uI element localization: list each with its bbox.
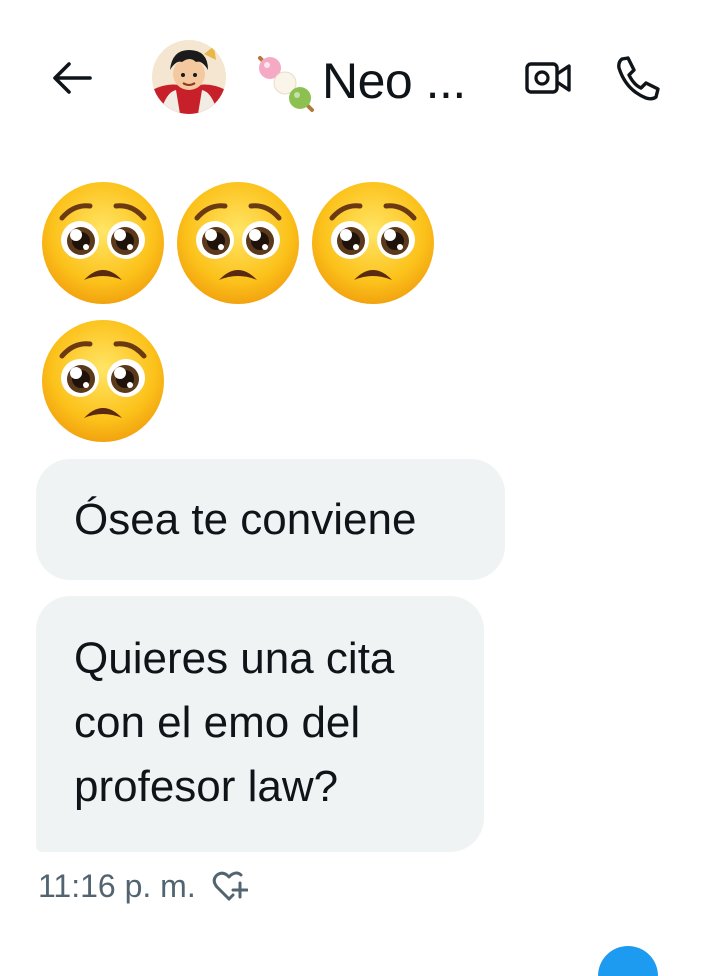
heart-plus-icon: [212, 871, 248, 901]
pleading-face-emoji: [40, 180, 166, 306]
compose-button-edge[interactable]: [598, 946, 658, 976]
back-button[interactable]: [50, 56, 94, 100]
phone-icon: [617, 56, 660, 101]
message-text-line: Quieres una cita: [74, 634, 395, 683]
message-timestamp: 11:16 p. m.: [38, 867, 196, 904]
avatar[interactable]: [152, 40, 226, 114]
conversation-title[interactable]: Neo ...: [250, 46, 466, 116]
dango-emoji: [258, 56, 314, 112]
contact-name: Neo ...: [322, 53, 466, 109]
message-text: Ósea te conviene: [74, 494, 417, 544]
arrow-left-icon: [53, 62, 92, 94]
contact-avatar-image: [152, 40, 226, 114]
emoji-message-row: [40, 318, 175, 444]
message-text-line: profesor law?: [74, 762, 339, 811]
video-camera-icon: [525, 62, 571, 94]
message-text-line: con el emo del: [74, 698, 361, 747]
react-button[interactable]: [210, 866, 250, 906]
pleading-face-emoji: [40, 318, 166, 444]
emoji-message-row: [40, 180, 445, 306]
pleading-face-emoji: [175, 180, 301, 306]
video-call-button[interactable]: [522, 56, 574, 100]
conversation-header: Neo ...: [0, 0, 720, 140]
voice-call-button[interactable]: [610, 52, 666, 104]
message-bubble[interactable]: Ósea te conviene: [36, 459, 505, 580]
pleading-face-emoji: [310, 180, 436, 306]
message-bubble[interactable]: Quieres una cita con el emo del profesor…: [36, 596, 484, 852]
message-meta: 11:16 p. m.: [38, 866, 250, 906]
